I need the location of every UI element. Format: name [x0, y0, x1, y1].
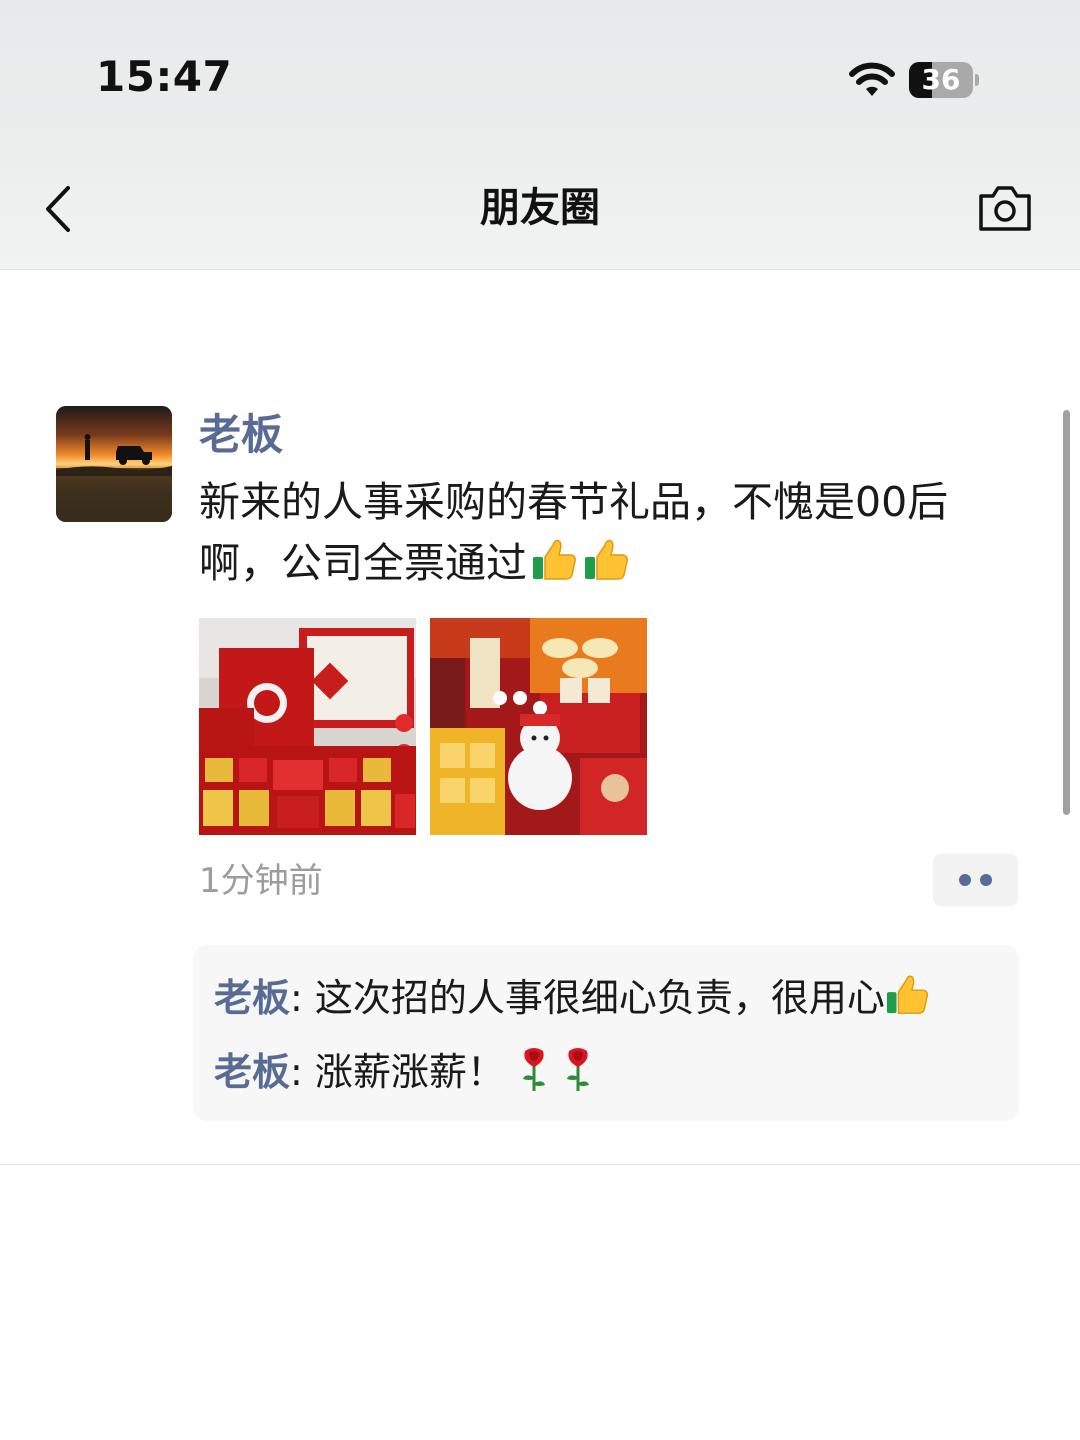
thumbs-up-icon [585, 539, 628, 580]
battery-indicator: 36 [909, 62, 973, 98]
more-dots-icon [959, 874, 971, 886]
comment-item[interactable]: 老板: 这次招的人事很细心负责，很用心 [214, 971, 931, 1024]
comment-text: 涨薪涨薪！ [314, 1050, 505, 1094]
comments-box: 老板: 这次招的人事很细心负责，很用心 老板: 涨薪涨薪！ [193, 945, 1019, 1121]
comment-separator: : [290, 1050, 315, 1094]
more-button[interactable] [933, 854, 1018, 906]
post-text: 新来的人事采购的春节礼品，不愧是00后啊，公司全票通过 [199, 472, 1029, 594]
gift-set-image [430, 618, 647, 835]
more-dots-icon [980, 874, 992, 886]
page-title: 朋友圈 [480, 185, 600, 231]
rose-icon [522, 1048, 545, 1091]
gift-boxes-image [199, 618, 416, 835]
comment-author[interactable]: 老板 [214, 976, 290, 1020]
camera-icon[interactable] [976, 182, 1034, 234]
comment-text: 这次招的人事很细心负责，很用心 [314, 976, 885, 1020]
scrollbar[interactable] [1063, 410, 1070, 815]
comment-item[interactable]: 老板: 涨薪涨薪！ [214, 1045, 593, 1098]
post-time: 1分钟前 [199, 861, 323, 901]
feed-divider [0, 1164, 1080, 1165]
top-bar: 15:47 36 朋友圈 [0, 0, 1080, 270]
post-author[interactable]: 老板 [199, 406, 283, 464]
chevron-left-icon[interactable] [40, 184, 76, 234]
thumbs-up-icon [886, 975, 928, 1014]
battery-level: 36 [921, 63, 961, 96]
thumbs-up-icon [533, 539, 576, 580]
post-photo-gift-boxes[interactable] [199, 618, 416, 835]
comment-author[interactable]: 老板 [214, 1050, 290, 1094]
wifi-icon [849, 62, 895, 96]
rose-icon [566, 1048, 589, 1091]
avatar[interactable] [56, 406, 172, 522]
battery-cap [975, 74, 979, 86]
status-time: 15:47 [96, 52, 233, 101]
avatar-image [56, 406, 172, 522]
post-photo-gift-set[interactable] [430, 618, 647, 835]
comment-separator: : [290, 976, 315, 1020]
